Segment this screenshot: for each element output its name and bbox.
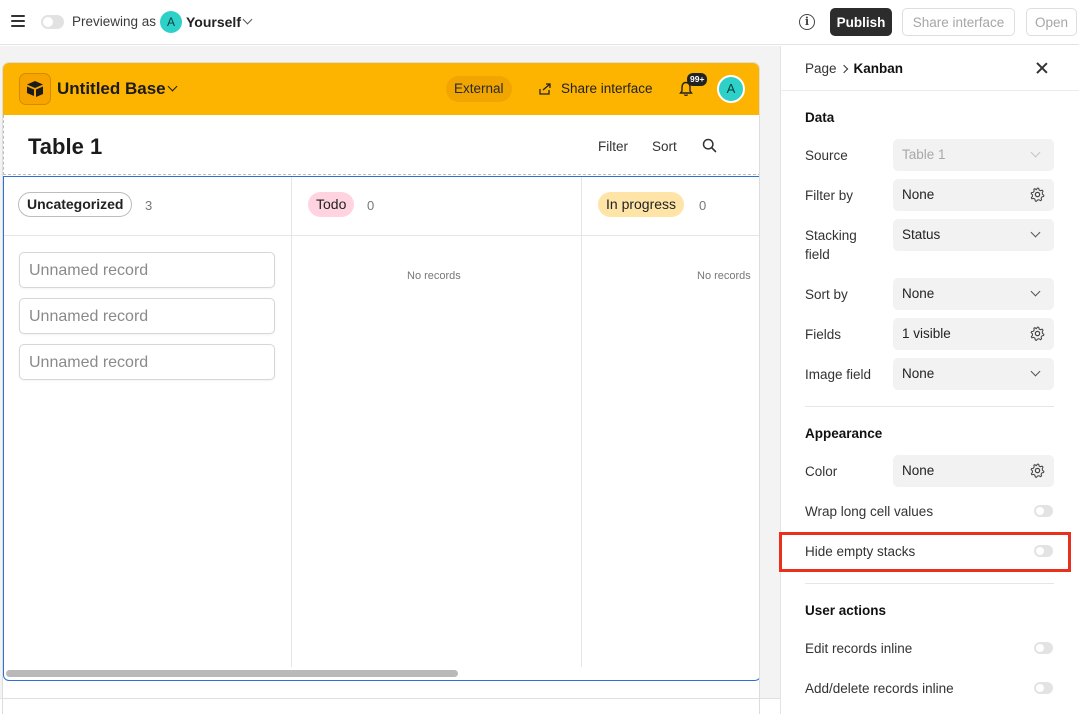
divider — [0, 698, 780, 699]
record-card[interactable]: Unnamed record — [19, 298, 275, 334]
breadcrumb-current: Kanban — [853, 61, 904, 76]
horizontal-scrollbar[interactable] — [6, 670, 458, 677]
edit-inline-label: Edit records inline — [805, 641, 913, 656]
image-field-select[interactable]: None — [893, 358, 1054, 390]
source-select[interactable]: Table 1 — [893, 139, 1054, 171]
sort-button[interactable]: Sort — [652, 139, 677, 154]
edit-inline-toggle[interactable] — [1034, 642, 1053, 654]
kanban-column-in-progress: In progress 0 No records — [582, 177, 759, 667]
column-header: In progress 0 — [582, 177, 759, 236]
stack-label: Uncategorized — [18, 192, 133, 217]
record-title: Unnamed record — [29, 308, 149, 325]
table-title: Table 1 — [28, 134, 103, 159]
stack-label: Todo — [308, 192, 355, 217]
section-title-data: Data — [805, 110, 835, 125]
column-header: Todo 0 — [292, 177, 581, 236]
breadcrumb-parent[interactable]: Page — [805, 61, 837, 76]
divider — [805, 583, 1054, 584]
sort-by-label: Sort by — [805, 287, 848, 302]
chevron-down-icon — [1030, 366, 1041, 377]
chevron-down-icon[interactable] — [242, 14, 253, 25]
preview-label: Previewing as — [72, 14, 157, 29]
interface-frame: Untitled Base External Share interface 9… — [2, 62, 760, 714]
gear-icon[interactable] — [1030, 326, 1045, 341]
add-delete-inline-toggle[interactable] — [1034, 682, 1053, 694]
notification-badge: 99+ — [687, 73, 708, 86]
source-label: Source — [805, 148, 848, 163]
filter-by-value: None — [902, 187, 935, 202]
record-card[interactable]: Unnamed record — [19, 252, 275, 288]
preview-user-avatar[interactable]: A — [160, 11, 182, 33]
section-title-user-actions: User actions — [805, 603, 887, 618]
chevron-down-icon — [1030, 147, 1041, 158]
fields-value: 1 visible — [902, 326, 951, 341]
kanban-column-todo: Todo 0 No records — [292, 177, 582, 667]
chevron-down-icon — [1030, 227, 1041, 238]
table-toolbar: Table 1 Filter Sort — [3, 115, 759, 175]
base-title[interactable]: Untitled Base — [57, 79, 166, 99]
add-delete-inline-label: Add/delete records inline — [805, 681, 954, 696]
filter-button[interactable]: Filter — [598, 139, 628, 154]
base-logo-icon — [19, 73, 51, 105]
filter-by-label: Filter by — [805, 188, 854, 203]
record-card[interactable]: Unnamed record — [19, 344, 275, 380]
highlight-box — [779, 532, 1071, 572]
breadcrumb: Page Kanban — [805, 61, 903, 76]
chevron-down-icon[interactable] — [167, 81, 178, 92]
share-icon — [539, 83, 551, 95]
wrap-long-values-toggle[interactable] — [1034, 505, 1053, 517]
source-value: Table 1 — [902, 147, 946, 162]
chevron-down-icon — [1030, 286, 1041, 297]
chevron-right-icon — [839, 64, 848, 74]
divider — [781, 90, 1079, 91]
stacking-field-label: Stacking field — [805, 228, 857, 262]
external-badge: External — [446, 76, 512, 102]
stack-count: 3 — [145, 198, 153, 213]
wrap-long-values-label: Wrap long cell values — [805, 504, 934, 519]
close-icon[interactable] — [1034, 60, 1050, 76]
record-title: Unnamed record — [29, 262, 149, 279]
fields-label: Fields — [805, 327, 842, 342]
preview-user-name[interactable]: Yourself — [186, 14, 241, 30]
share-interface-button[interactable]: Share interface — [902, 8, 1015, 36]
top-bar: Previewing as A Yourself i Publish Share… — [0, 0, 1079, 45]
kanban-board: Uncategorized 3 Unnamed record Unnamed r… — [3, 176, 759, 681]
empty-stack-text: No records — [697, 270, 751, 282]
color-value: None — [902, 463, 935, 478]
column-header: Uncategorized 3 — [4, 177, 291, 236]
share-interface-link[interactable]: Share interface — [561, 81, 653, 96]
image-field-value: None — [902, 366, 935, 381]
preview-toggle[interactable] — [41, 15, 64, 29]
stacking-field-value: Status — [902, 227, 941, 242]
properties-panel: Page Kanban Data Source Table 1 Filter by… — [780, 46, 1079, 714]
filter-by-field[interactable]: None — [893, 179, 1054, 211]
info-icon[interactable]: i — [799, 14, 815, 30]
user-avatar[interactable]: A — [717, 75, 745, 103]
section-title-appearance: Appearance — [805, 426, 883, 441]
empty-stack-text: No records — [407, 270, 461, 282]
record-title: Unnamed record — [29, 354, 149, 371]
kanban-column-uncategorized: Uncategorized 3 Unnamed record Unnamed r… — [4, 177, 292, 667]
fields-field[interactable]: 1 visible — [893, 318, 1054, 350]
color-label: Color — [805, 464, 838, 479]
menu-icon[interactable] — [11, 15, 25, 27]
gear-icon[interactable] — [1030, 187, 1045, 202]
interface-header: Untitled Base External Share interface 9… — [3, 63, 759, 115]
gear-icon[interactable] — [1030, 463, 1045, 478]
preview-canvas: Untitled Base External Share interface 9… — [0, 46, 780, 714]
color-field[interactable]: None — [893, 455, 1054, 487]
stack-label: In progress — [598, 192, 685, 217]
stack-count: 0 — [699, 198, 707, 213]
image-field-label: Image field — [805, 367, 872, 382]
open-button[interactable]: Open — [1026, 8, 1077, 36]
search-icon[interactable] — [702, 138, 717, 153]
app-window: Previewing as A Yourself i Publish Share… — [0, 0, 1079, 714]
publish-button[interactable]: Publish — [830, 8, 892, 36]
stack-count: 0 — [367, 198, 375, 213]
divider — [805, 406, 1054, 407]
sort-by-select[interactable]: None — [893, 278, 1054, 310]
stacking-field-select[interactable]: Status — [893, 219, 1054, 251]
sort-by-value: None — [902, 286, 935, 301]
